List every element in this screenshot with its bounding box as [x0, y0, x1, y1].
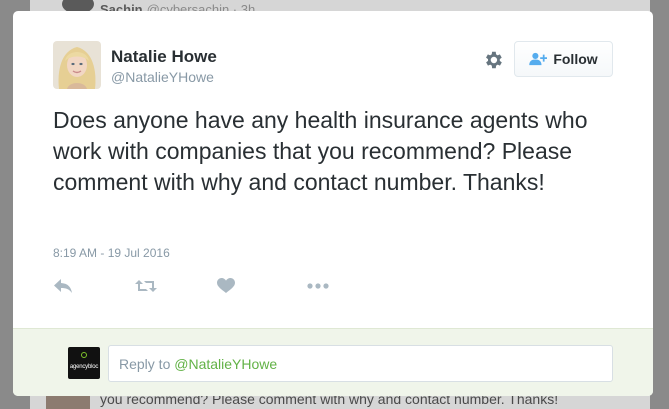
add-user-icon	[529, 52, 548, 66]
more-button[interactable]	[307, 275, 329, 297]
retweet-icon	[135, 280, 157, 292]
brand-logo-text: agencybloc	[69, 364, 99, 370]
background-tweet-bottom: you recommend? Please comment with why a…	[30, 395, 650, 409]
author-avatar-image	[53, 41, 101, 89]
author-handle[interactable]: @NatalieYHowe	[111, 69, 214, 85]
reply-button[interactable]	[53, 275, 73, 297]
reply-icon	[54, 279, 72, 293]
reply-input[interactable]: Reply to @NatalieYHowe	[108, 345, 613, 382]
reply-bar: agencybloc Reply to @NatalieYHowe	[13, 328, 653, 396]
tweet-timestamp[interactable]: 8:19 AM - 19 Jul 2016	[53, 246, 170, 260]
tweet-modal: Natalie Howe @NatalieYHowe Follow Does a…	[13, 11, 653, 396]
retweet-button[interactable]	[135, 275, 157, 297]
tweet-text: Does anyone have any health insurance ag…	[53, 107, 588, 195]
gear-icon[interactable]	[482, 49, 504, 71]
follow-label: Follow	[553, 51, 598, 67]
background-tweet-text: you recommend? Please comment with why a…	[100, 395, 559, 407]
author-name[interactable]: Natalie Howe	[111, 47, 217, 67]
follow-button[interactable]: Follow	[514, 41, 613, 77]
current-user-avatar: agencybloc	[68, 347, 100, 379]
background-avatar	[46, 395, 90, 409]
more-icon	[307, 283, 329, 289]
heart-icon	[217, 278, 235, 293]
reply-mention: @NatalieYHowe	[174, 355, 278, 372]
reply-placeholder: Reply to	[119, 355, 175, 372]
author-avatar[interactable]	[53, 41, 101, 89]
brand-ring-icon	[81, 352, 87, 358]
like-button[interactable]	[217, 275, 235, 297]
